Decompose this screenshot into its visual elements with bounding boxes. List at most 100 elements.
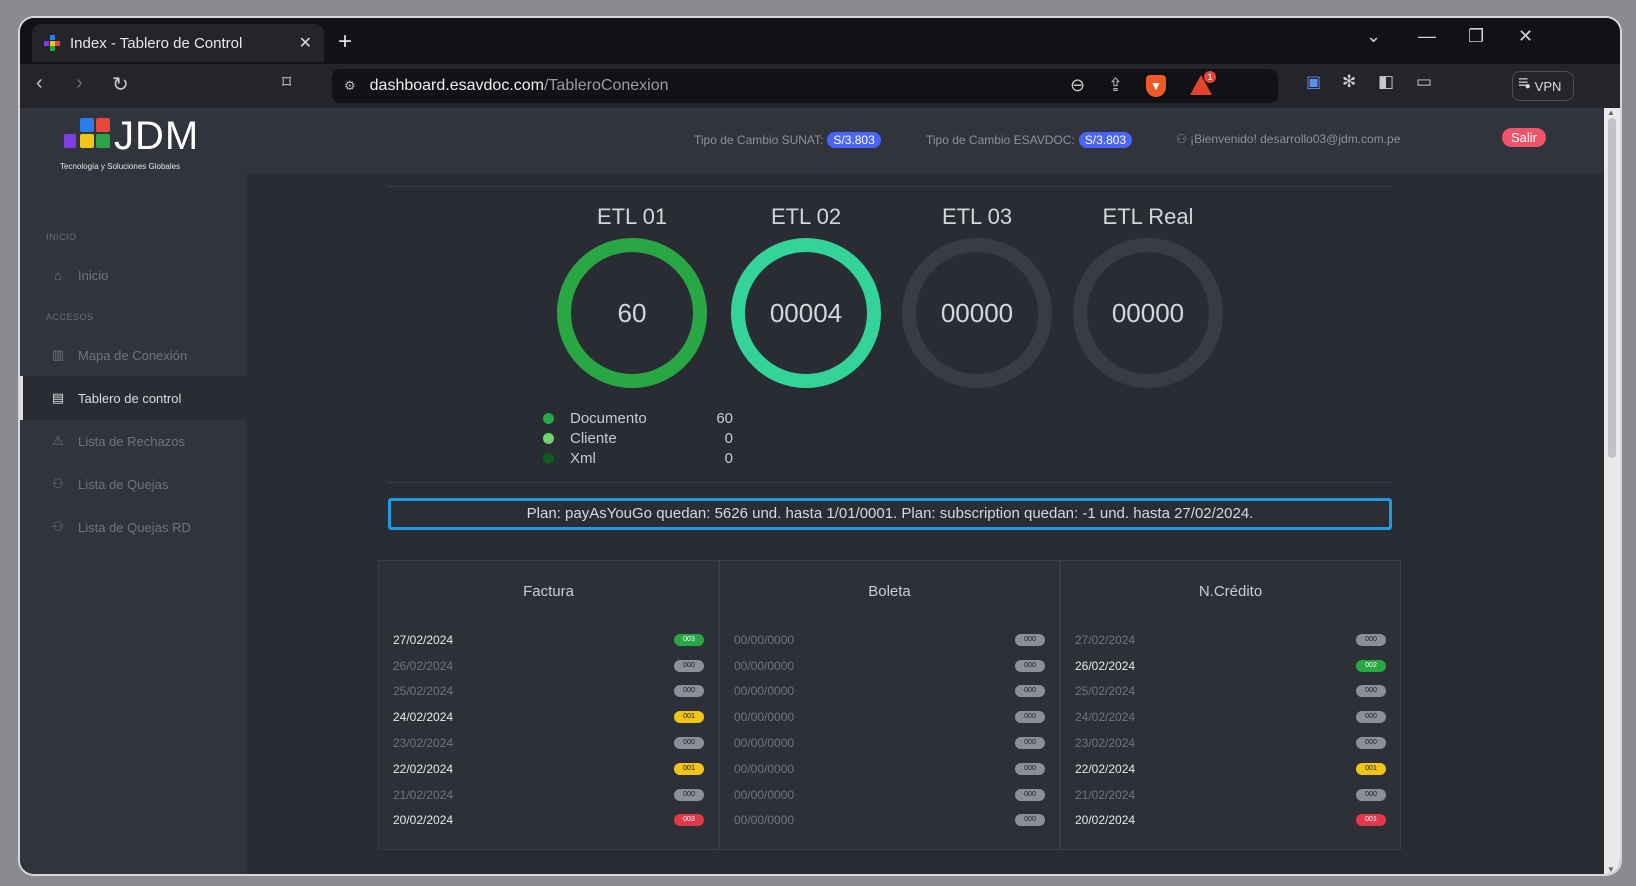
count-badge: 003 — [674, 633, 704, 646]
list-item[interactable]: 00/00/0000 000 — [734, 730, 1045, 756]
legend-name: Xml — [570, 449, 596, 467]
etl-legend: Documento 60 Cliente 0 Xml 0 — [543, 408, 733, 468]
count-badge: 000 — [1015, 659, 1045, 672]
list-item[interactable]: 20/02/2024 001 — [1075, 808, 1386, 834]
gauge-ring: 00000 — [902, 238, 1052, 388]
card-rows: 27/02/2024 003 26/02/2024 000 25/02/2024 000 2… — [393, 627, 704, 833]
gauge-ring: 60 — [557, 238, 707, 388]
bookmark-icon[interactable]: ⌑ — [282, 72, 291, 93]
url-path: /TableroConexion — [543, 77, 669, 94]
legend-value: 0 — [724, 429, 733, 447]
gauge-label: ETL 02 — [770, 204, 842, 229]
forward-icon[interactable]: › — [76, 72, 83, 95]
wallet-icon[interactable]: ▭ — [1416, 72, 1432, 92]
row-date: 00/00/0000 — [734, 813, 795, 828]
sidebar-item-tablero-control[interactable]: ▤ Tablero de control — [20, 376, 246, 420]
brave-shields-icon[interactable]: ▼ — [1146, 75, 1166, 97]
sidebar-item-label: Mapa de Conexión — [78, 347, 188, 363]
warning-icon: ⚠ — [52, 433, 64, 448]
list-item[interactable]: 23/02/2024 000 — [393, 730, 704, 756]
site-info-icon[interactable]: ⚙ — [344, 78, 356, 94]
new-tab-button[interactable]: + — [338, 28, 352, 56]
logout-button[interactable]: Salir — [1501, 128, 1546, 147]
count-badge: 003 — [674, 814, 704, 827]
share-icon[interactable]: ⇪ — [1108, 75, 1123, 96]
list-item[interactable]: 00/00/0000 000 — [734, 627, 1045, 653]
tab-search-icon[interactable]: ⌄ — [1366, 26, 1381, 47]
legend-name: Cliente — [570, 429, 617, 447]
list-item[interactable]: 20/02/2024 003 — [393, 808, 704, 834]
list-item[interactable]: 21/02/2024 000 — [393, 782, 704, 808]
tab-close-icon[interactable]: ✕ — [299, 33, 312, 53]
zoom-out-icon[interactable]: ⊖ — [1070, 75, 1085, 96]
sidebar-item-lista-quejas[interactable]: ⚇ Lista de Quejas — [20, 463, 246, 505]
sidebar-item-lista-quejas-rd[interactable]: ⚇ Lista de Quejas RD — [20, 506, 246, 548]
row-date: 00/00/0000 — [734, 787, 795, 802]
page: JDM Tecnología y Soluciones Globales Tip… — [20, 108, 1604, 874]
menu-icon[interactable]: ≡ — [1518, 72, 1529, 93]
scroll-down-icon[interactable]: ▼ — [1607, 865, 1615, 874]
row-date: 00/00/0000 — [734, 710, 795, 725]
gauge-etl-01: ETL 01 60 — [552, 204, 712, 388]
sidebar-item-mapa-conexion[interactable]: ▥ Mapa de Conexión — [20, 334, 246, 376]
tab-active[interactable]: Index - Tablero de Control ✕ — [32, 24, 324, 62]
sidebar-item-inicio[interactable]: ⌂ Inicio — [20, 254, 246, 296]
legend-item-xml: Xml 0 — [543, 448, 733, 468]
count-badge: 000 — [1015, 737, 1045, 750]
row-date: 00/00/0000 — [734, 632, 795, 647]
page-scrollbar[interactable]: ▲ ▼ — [1604, 108, 1620, 874]
list-item[interactable]: 27/02/2024 003 — [393, 627, 704, 653]
sidebar-item-label: Lista de Quejas RD — [78, 519, 191, 535]
count-badge: 000 — [1356, 685, 1386, 698]
tab-title: Index - Tablero de Control — [70, 34, 243, 52]
list-item[interactable]: 24/02/2024 000 — [1075, 704, 1386, 730]
home-icon: ⌂ — [54, 267, 62, 283]
sunat-rate: Tipo de Cambio SUNAT: S/3.803 — [694, 132, 881, 148]
list-item[interactable]: 23/02/2024 000 — [1075, 730, 1386, 756]
reload-icon[interactable]: ↻ — [112, 72, 129, 97]
sidebar-item-lista-rechazos[interactable]: ⚠ Lista de Rechazos — [20, 420, 246, 462]
gauge-ring: 00004 — [731, 238, 881, 388]
address-bar[interactable]: ⚙ dashboard.esavdoc.com /TableroConexion… — [332, 69, 1278, 103]
list-item[interactable]: 26/02/2024 000 — [393, 653, 704, 679]
navigation-bar: ‹ › ↻ ⌑ ⚙ dashboard.esavdoc.com /Tablero… — [20, 64, 1620, 108]
translate-icon[interactable]: ▣ — [1306, 72, 1321, 92]
list-item[interactable]: 00/00/0000 000 — [734, 679, 1045, 705]
list-item[interactable]: 22/02/2024 001 — [393, 756, 704, 782]
document-cards: Factura 27/02/2024 003 26/02/2024 000 25/02/… — [378, 560, 1402, 850]
list-item[interactable]: 00/00/0000 000 — [734, 704, 1045, 730]
list-item[interactable]: 24/02/2024 001 — [393, 704, 704, 730]
user-complaint-icon: ⚇ — [52, 519, 64, 534]
minimize-icon[interactable]: — — [1418, 26, 1436, 47]
scroll-up-icon[interactable]: ▲ — [1607, 108, 1615, 117]
logo-tagline: Tecnología y Soluciones Globales — [60, 162, 181, 171]
card-boleta: Boleta 00/00/0000 000 00/00/0000 000 00/00/0… — [719, 560, 1060, 850]
gauge-etl-02: ETL 02 00004 — [726, 204, 886, 388]
gauge-label: ETL Real — [1102, 204, 1194, 229]
browser-window: Index - Tablero de Control ✕ + ⌄ — ❐ ✕ ‹… — [20, 18, 1620, 874]
list-item[interactable]: 00/00/0000 000 — [734, 756, 1045, 782]
list-item[interactable]: 00/00/0000 000 — [734, 782, 1045, 808]
list-item[interactable]: 25/02/2024 000 — [1075, 679, 1386, 705]
count-badge: 000 — [1356, 788, 1386, 801]
list-item[interactable]: 21/02/2024 000 — [1075, 782, 1386, 808]
list-item[interactable]: 00/00/0000 000 — [734, 653, 1045, 679]
logo-squares-icon — [64, 118, 110, 160]
restore-icon[interactable]: ❐ — [1468, 26, 1484, 47]
list-item[interactable]: 00/00/0000 000 — [734, 808, 1045, 834]
jdm-logo[interactable]: JDM Tecnología y Soluciones Globales — [56, 112, 226, 172]
site-favicon-icon — [44, 35, 60, 51]
list-item[interactable]: 26/02/2024 002 — [1075, 653, 1386, 679]
esavdoc-rate-value: S/3.803 — [1078, 132, 1133, 148]
back-icon[interactable]: ‹ — [36, 72, 43, 95]
sidebar-toggle-icon[interactable]: ◧ — [1378, 72, 1394, 92]
window-close-icon[interactable]: ✕ — [1518, 26, 1533, 47]
scrollbar-thumb[interactable] — [1608, 118, 1616, 458]
legend-item-cliente: Cliente 0 — [543, 428, 733, 448]
gauge-etl-real: ETL Real 00000 — [1068, 204, 1228, 388]
list-item[interactable]: 22/02/2024 001 — [1075, 756, 1386, 782]
list-item[interactable]: 25/02/2024 000 — [393, 679, 704, 705]
extensions-icon[interactable]: ✻ — [1342, 72, 1356, 92]
sidebar-item-label: Lista de Rechazos — [78, 433, 185, 449]
list-item[interactable]: 27/02/2024 000 — [1075, 627, 1386, 653]
